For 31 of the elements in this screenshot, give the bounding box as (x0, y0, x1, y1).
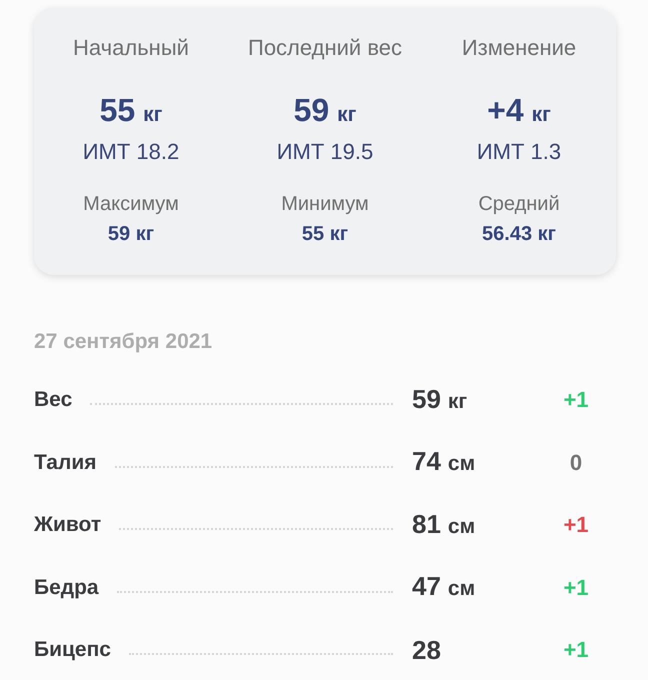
measurement-name: Живот (34, 512, 102, 538)
measurement-name: Бедра (34, 574, 99, 601)
measurement-name: Бицепс (34, 637, 111, 664)
change-value: +1 (563, 574, 589, 601)
measurement-value: 59 кг (412, 384, 468, 416)
measurement-name: Талия (34, 450, 96, 476)
change-value: +1 (563, 512, 589, 538)
stat-label: Средний (478, 192, 560, 216)
measurement-value: 81 см (412, 508, 476, 541)
weight-value: 55 кг (100, 92, 162, 130)
stat-value: 59 кг (108, 222, 154, 246)
stat-value: 56.43 кг (482, 222, 556, 246)
bmi-value: ИМТ 18.2 (82, 140, 180, 164)
stat-label: Минимум (281, 192, 369, 216)
summary-label: Изменение (462, 36, 576, 60)
summary-label: Начальный (73, 36, 189, 60)
change-value: +1 (563, 387, 589, 414)
date-heading: 27 сентября 2021 (34, 330, 212, 354)
change-value: 0 (570, 450, 582, 476)
bmi-value: ИМТ 19.5 (276, 140, 374, 164)
change-value: +1 (563, 637, 589, 664)
weight-value: 59 кг (294, 92, 356, 130)
stat-value: 55 кг (302, 222, 348, 246)
measurement-name: Вес (34, 387, 72, 414)
measurement-value: 47 см (412, 571, 476, 604)
weight-value: +4 кг (487, 92, 551, 130)
bmi-value: ИМТ 1.3 (476, 140, 562, 164)
stat-label: Максимум (83, 192, 179, 216)
measurement-value: 74 см (412, 446, 476, 478)
summary-label: Последний вес (248, 36, 402, 60)
measurement-value: 28 (412, 635, 441, 666)
